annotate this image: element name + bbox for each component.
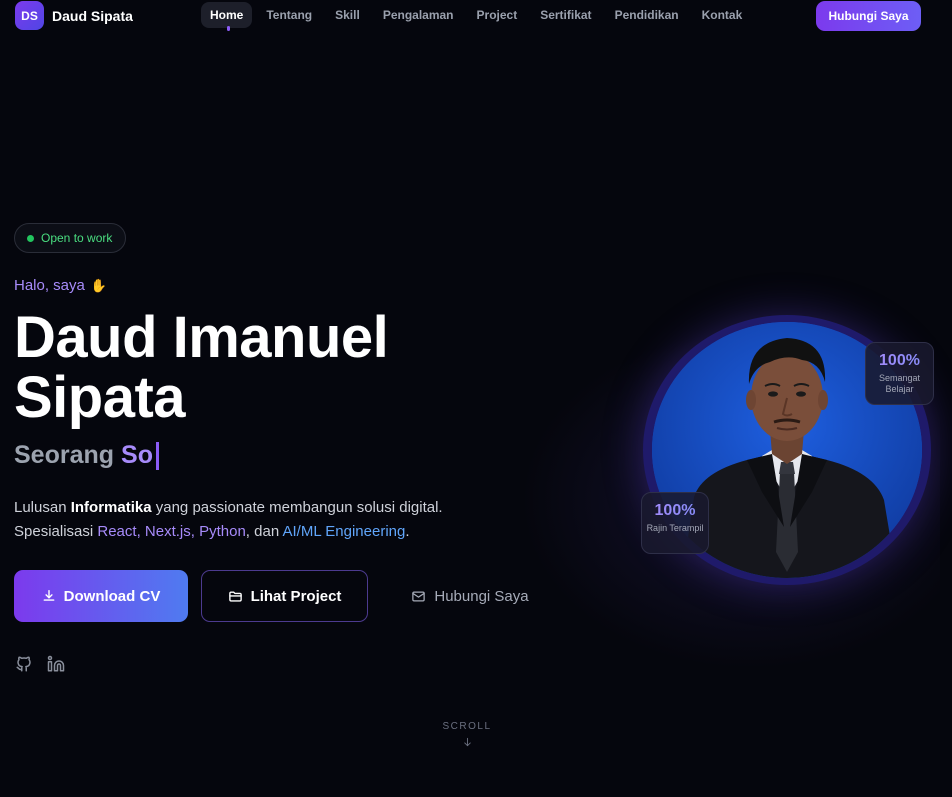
download-icon bbox=[42, 589, 56, 603]
contact-me-button[interactable]: Hubungi Saya bbox=[400, 570, 540, 622]
nav-link-sertifikat[interactable]: Sertifikat bbox=[531, 2, 600, 28]
folder-icon bbox=[228, 589, 243, 604]
scroll-indicator[interactable]: SCROLL bbox=[436, 721, 498, 748]
nav-link-pengalaman[interactable]: Pengalaman bbox=[374, 2, 463, 28]
skill-react: React bbox=[97, 523, 137, 540]
desc-text: , dan bbox=[245, 523, 283, 540]
nav-contact-button[interactable]: Hubungi Saya bbox=[816, 1, 921, 31]
scroll-label: SCROLL bbox=[442, 721, 492, 732]
hero-description: Lulusan Informatika yang passionate memb… bbox=[14, 496, 443, 544]
status-dot-icon bbox=[27, 234, 34, 242]
typing-caret bbox=[155, 441, 159, 470]
desc-text: . bbox=[405, 523, 410, 540]
nav-link-skill[interactable]: Skill bbox=[326, 2, 369, 28]
social-links bbox=[14, 654, 78, 674]
skill-python: Python bbox=[199, 523, 246, 540]
linkedin-icon[interactable] bbox=[46, 654, 66, 674]
desc-text: Spesialisasi bbox=[14, 523, 98, 540]
download-cv-label: Download CV bbox=[63, 587, 161, 605]
desc-highlight-informatika: Informatika bbox=[70, 499, 152, 516]
view-projects-button[interactable]: Lihat Project bbox=[201, 570, 368, 622]
download-cv-button[interactable]: Download CV bbox=[14, 570, 188, 622]
hero-name-line2: Sipata bbox=[14, 365, 186, 430]
status-text: Open to work bbox=[41, 231, 113, 245]
brand-logo: DS bbox=[15, 1, 44, 30]
role-typed-text: So bbox=[121, 441, 153, 469]
nav-links: Home Tentang Skill Pengalaman Project Se… bbox=[201, 2, 756, 31]
brand[interactable]: DS Daud Sipata bbox=[15, 1, 133, 30]
greeting: Halo, saya ✋ bbox=[14, 277, 107, 294]
desc-separator: , bbox=[190, 523, 200, 540]
hero-name: Daud Imanuel Sipata bbox=[14, 305, 389, 430]
mail-icon bbox=[411, 589, 426, 604]
arrow-down-icon bbox=[436, 736, 498, 748]
stat-label: Semangat Belajar bbox=[878, 373, 921, 394]
nav-link-home[interactable]: Home bbox=[201, 2, 253, 31]
brand-name: Daud Sipata bbox=[52, 7, 133, 24]
view-projects-label: Lihat Project bbox=[250, 587, 342, 605]
greeting-text: Halo, saya bbox=[14, 277, 85, 294]
skill-aiml: AI/ML Engineering bbox=[282, 523, 406, 540]
desc-text: yang passionate membangun solusi digital… bbox=[151, 499, 443, 516]
contact-me-label: Hubungi Saya bbox=[434, 587, 529, 605]
nav-link-project[interactable]: Project bbox=[468, 2, 527, 28]
stat-value: 100% bbox=[642, 502, 708, 520]
desc-separator: , bbox=[136, 523, 145, 540]
stat-card-rajin: 100% Rajin Terampil bbox=[641, 492, 709, 554]
desc-text: Lulusan bbox=[14, 499, 71, 516]
nav-link-pendidikan[interactable]: Pendidikan bbox=[606, 2, 688, 28]
navbar: DS Daud Sipata Home Tentang Skill Pengal… bbox=[0, 0, 952, 32]
github-icon[interactable] bbox=[14, 654, 34, 674]
wave-hand-icon: ✋ bbox=[90, 277, 108, 293]
skill-nextjs: Next.js bbox=[144, 523, 191, 540]
stat-label: Rajin Terampil bbox=[646, 523, 704, 533]
stat-card-semangat: 100% Semangat Belajar bbox=[865, 342, 934, 405]
hero-role: Seorang So bbox=[14, 441, 159, 470]
nav-link-kontak[interactable]: Kontak bbox=[693, 2, 752, 28]
status-badge: Open to work bbox=[14, 223, 127, 253]
nav-link-tentang[interactable]: Tentang bbox=[257, 2, 321, 28]
role-prefix: Seorang bbox=[14, 441, 115, 469]
hero-name-line1: Daud Imanuel bbox=[14, 305, 389, 370]
stat-value: 100% bbox=[866, 352, 933, 370]
